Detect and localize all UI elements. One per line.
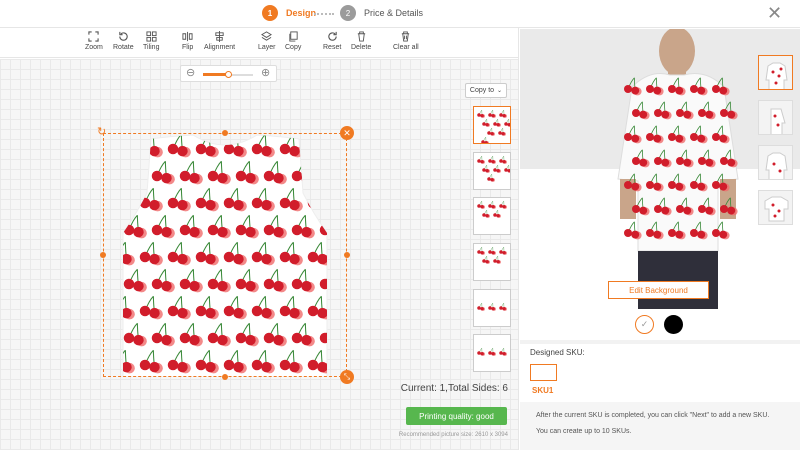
zoom-out-icon[interactable]: ⊖ (186, 68, 195, 79)
recommended-size: Recommended picture size: 2610 x 3094 (398, 432, 508, 438)
shirt-back-icon (765, 152, 788, 179)
delete-icon (357, 31, 365, 42)
printing-quality-badge[interactable]: Printing quality: good (406, 407, 507, 425)
sku-thumbnail[interactable] (530, 364, 557, 381)
tool-label: Rotate (113, 44, 134, 51)
copy-to-label: Copy to (469, 87, 495, 94)
edit-background-button[interactable]: Edit Background (608, 281, 709, 299)
view-thumbnail-back[interactable] (758, 145, 793, 180)
sku-note-1: After the current SKU is completed, you … (536, 412, 770, 419)
tool-label: Copy (285, 44, 302, 51)
selection-frame[interactable] (103, 133, 347, 377)
color-swatch-white[interactable]: ✓ (635, 315, 654, 334)
cherry-pattern-icon (477, 155, 512, 182)
sides-counter: Current: 1,Total Sides: 6 (400, 383, 508, 394)
view-thumbnail-side[interactable] (758, 100, 793, 135)
clear-all-icon (402, 31, 410, 42)
layer-icon (261, 31, 273, 41)
color-swatch-black[interactable] (664, 315, 683, 334)
step-design[interactable]: 1 Design (262, 5, 316, 21)
view-thumbnail-flat[interactable] (758, 190, 793, 225)
shirt-flat-icon (764, 196, 789, 222)
sku-info-box (520, 402, 800, 450)
designed-sku-label: Designed SKU: (530, 348, 585, 357)
step-connector (314, 13, 334, 15)
sku-name: SKU1 (532, 386, 554, 395)
checkmark-icon: ✓ (640, 319, 649, 329)
zoom-button[interactable]: Zoom (85, 31, 103, 51)
step-price-details[interactable]: 2 Price & Details (340, 5, 423, 21)
shirt-side-icon (770, 108, 786, 134)
step-number: 1 (262, 5, 278, 21)
resize-handle-top[interactable] (222, 130, 228, 136)
top-bar: 1 Design 2 Price & Details ✕ (0, 0, 800, 28)
cherry-pattern-icon (477, 200, 507, 218)
copy-to-dropdown[interactable]: Copy to ⌄ (465, 83, 507, 98)
layer-button[interactable]: Layer (258, 31, 276, 51)
chevron-down-icon: ⌄ (497, 88, 503, 94)
copy-icon (289, 31, 298, 42)
alignment-button[interactable]: Alignment (204, 31, 235, 51)
zoom-slider[interactable]: ⊖ ⊕ (180, 65, 277, 82)
zoom-in-icon[interactable]: ⊕ (261, 68, 270, 79)
side-thumbnail[interactable] (473, 289, 511, 327)
cherry-pattern-icon (477, 109, 512, 145)
tool-label: Clear all (393, 44, 419, 51)
close-icon[interactable]: ✕ (767, 4, 782, 22)
copy-button[interactable]: Copy (285, 31, 301, 51)
tool-label: Delete (351, 44, 372, 51)
clear-all-button[interactable]: Clear all (393, 31, 419, 51)
tool-label: Tiling (143, 44, 160, 51)
flip-button[interactable]: Flip (182, 31, 193, 51)
remove-image-icon[interactable]: ✕ (340, 126, 354, 140)
design-toolbar: Zoom Rotate Tiling Flip Alignment Layer … (0, 28, 518, 58)
cherry-pattern-icon (477, 246, 507, 264)
tool-label: Alignment (204, 44, 236, 51)
flip-icon (182, 31, 193, 42)
side-thumbnail[interactable] (473, 106, 512, 145)
rotate-handle-icon[interactable]: ↻ (97, 127, 106, 138)
side-thumbnail[interactable] (473, 152, 512, 190)
side-thumbnail[interactable] (473, 197, 511, 235)
reset-icon (327, 31, 337, 41)
resize-handle-bottom[interactable] (222, 374, 228, 380)
step-label: Price & Details (364, 8, 424, 18)
step-number: 2 (340, 5, 356, 21)
rotate-icon (119, 31, 128, 41)
cherry-pattern-icon (477, 302, 507, 311)
zoom-handle[interactable] (225, 71, 232, 78)
resize-handle-left[interactable] (100, 252, 106, 258)
zoom-icon (88, 31, 100, 42)
resize-handle-right[interactable] (344, 252, 350, 258)
tool-label: Layer (258, 44, 276, 51)
shirt-front-icon (765, 62, 788, 89)
tiling-button[interactable]: Tiling (143, 31, 159, 51)
alignment-icon (215, 31, 224, 42)
tool-label: Zoom (85, 44, 103, 51)
side-thumbnail[interactable] (473, 243, 511, 281)
step-label: Design (286, 8, 317, 18)
section-divider (520, 340, 800, 344)
tiling-icon (146, 31, 157, 42)
tool-label: Flip (182, 44, 194, 51)
rotate-button[interactable]: Rotate (113, 31, 134, 51)
reset-button[interactable]: Reset (323, 31, 341, 51)
tool-label: Reset (323, 44, 342, 51)
side-thumbnail[interactable] (473, 334, 511, 372)
cherry-pattern-icon (477, 347, 507, 356)
view-thumbnail-front[interactable] (758, 55, 793, 90)
scale-handle-icon[interactable]: ⤡ (340, 370, 354, 384)
sku-note-2: You can create up to 10 SKUs. (536, 428, 632, 435)
delete-button[interactable]: Delete (351, 31, 371, 51)
